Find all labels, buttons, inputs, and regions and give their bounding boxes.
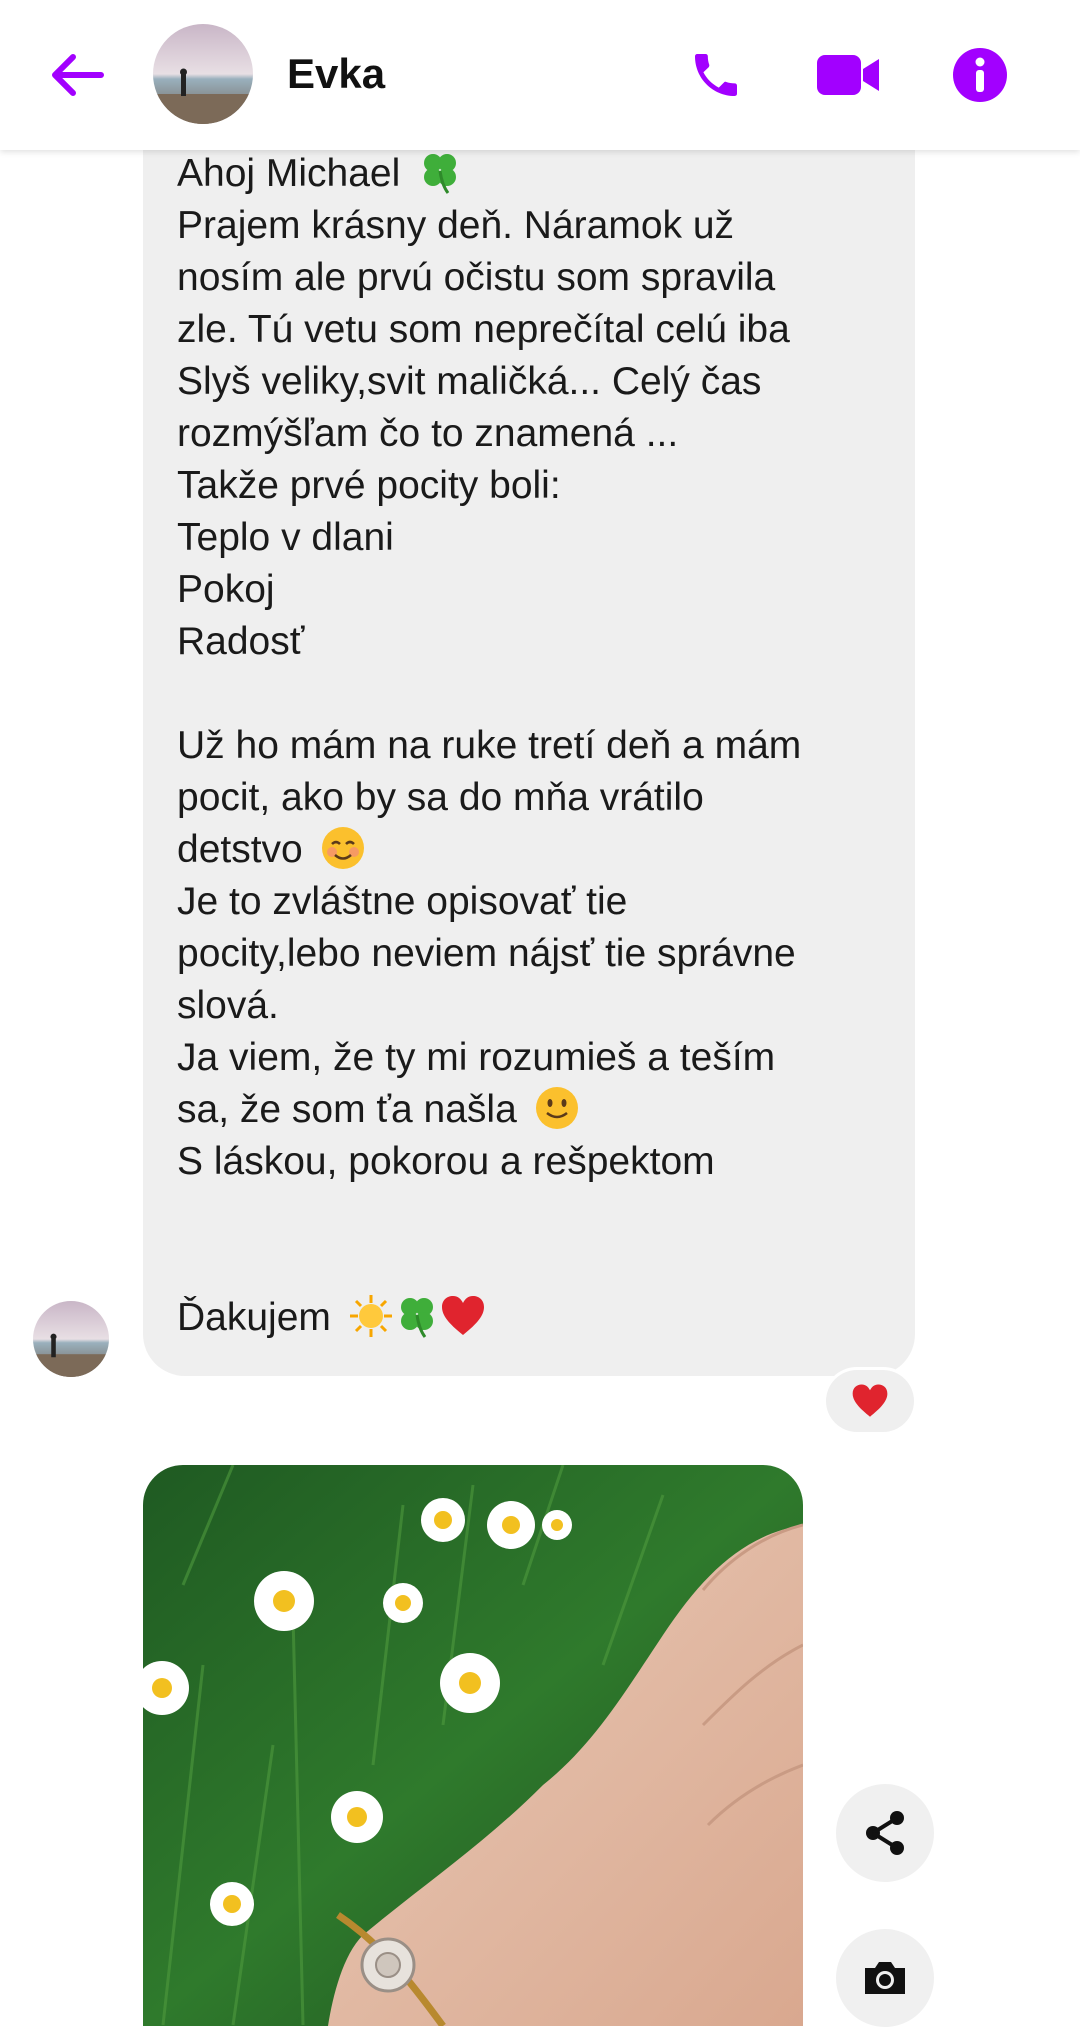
chat-header: Evka: [0, 0, 1080, 150]
share-icon: [866, 1811, 904, 1855]
camera-icon: [865, 1962, 905, 1994]
four-leaf-clover-icon: [400, 1297, 433, 1338]
shared-photo[interactable]: [143, 1465, 803, 2026]
red-heart-icon: [441, 1295, 484, 1335]
message-line: Pokoj: [177, 568, 275, 611]
share-button[interactable]: [836, 1784, 934, 1882]
avatar-beach-image: [153, 24, 253, 124]
contact-avatar[interactable]: [153, 24, 253, 124]
back-arrow-icon: [52, 54, 104, 96]
message-line: Prajem krásny deň. Náramok už: [177, 204, 735, 247]
message-line: rozmýšľam čo to znamená ...: [177, 412, 679, 455]
sender-avatar[interactable]: [33, 1301, 109, 1377]
camera-button[interactable]: [836, 1929, 934, 2027]
message-line: Takže prvé pocity boli:: [177, 464, 561, 507]
red-heart-icon: [852, 1384, 888, 1417]
reaction-badge[interactable]: [826, 1370, 914, 1432]
hand-with-bracelet-photo: [143, 1465, 803, 2026]
phone-icon: [695, 54, 737, 96]
message-line: zle. Tú vetu som neprečítal celú iba: [177, 308, 790, 351]
message-line: Už ho mám na ruke tretí deň a mám: [177, 724, 802, 767]
message-line: pocit, ako by sa do mňa vrátilo: [177, 776, 704, 819]
sun-icon: [349, 1294, 392, 1337]
back-button[interactable]: [42, 40, 112, 110]
message-line: S láskou, pokorou a rešpektom: [177, 1140, 715, 1183]
message-line: pocity,lebo neviem nájsť tie správne: [177, 932, 796, 975]
message-line: Ďakujem: [177, 1292, 881, 1344]
message-line: Radosť: [177, 620, 305, 663]
info-button[interactable]: [940, 38, 1020, 112]
message-bubble[interactable]: Ahoj Michael Prajem krásny deň. Náramok …: [143, 118, 915, 1376]
video-camera-icon: [817, 55, 879, 95]
four-leaf-clover-icon: [424, 153, 457, 194]
slight-smile-face-icon: [535, 1086, 578, 1129]
message-line: detstvo: [177, 824, 881, 876]
message-line: Slyš veliky,svit maličká... Celý čas: [177, 360, 762, 403]
video-call-button[interactable]: [808, 38, 888, 112]
contact-name[interactable]: Evka: [287, 50, 385, 98]
message-line: Teplo v dlani: [177, 516, 394, 559]
message-line: sa, že som ťa našla: [177, 1084, 881, 1136]
message-line: Je to zvláštne opisovať tie: [177, 880, 628, 923]
message-line: slová.: [177, 984, 279, 1027]
message-line: Ja viem, že ty mi rozumieš a teším: [177, 1036, 776, 1079]
info-icon: [953, 48, 1007, 102]
smiling-blush-face-icon: [321, 826, 364, 869]
voice-call-button[interactable]: [676, 38, 756, 112]
message-line: nosím ale prvú očistu som spravila: [177, 256, 776, 299]
message-line: Ahoj Michael: [177, 148, 881, 200]
avatar-beach-image: [33, 1301, 109, 1377]
